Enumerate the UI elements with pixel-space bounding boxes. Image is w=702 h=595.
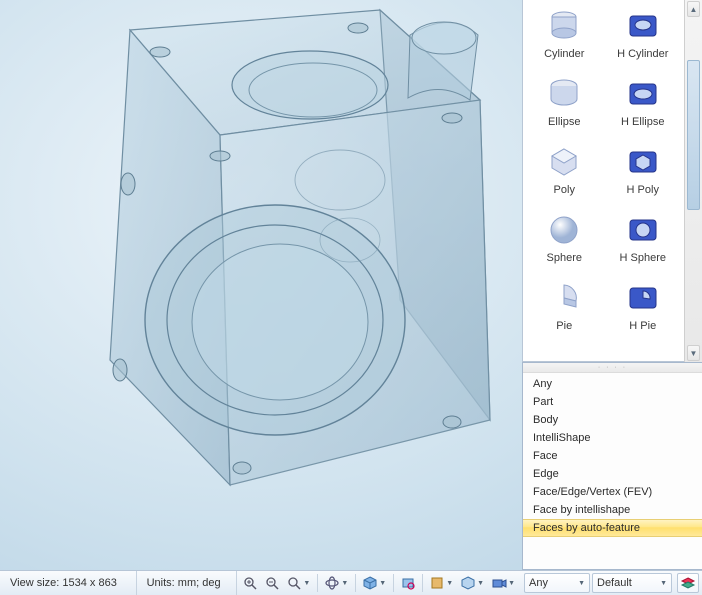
model-cube [20,0,510,550]
selection-tools: Any ▼ Default ▼ [521,571,702,595]
selection-filter-dropdown[interactable]: Any ▼ [524,573,590,593]
view-tools: ▼ ▼ ▼ ▼ ▼ ▼ [237,571,521,595]
chevron-down-icon: ▼ [508,580,515,587]
zoom-fit-icon [287,576,301,590]
filter-part[interactable]: Part [523,393,702,411]
zoom-fit-button[interactable]: ▼ [284,573,313,593]
grip-dots: · · · · [598,364,627,371]
orbit-icon [325,576,339,590]
selection-filter-value: Any [529,577,548,589]
shape-item-h-sphere[interactable]: H Sphere [604,208,683,276]
scroll-down-icon[interactable]: ▼ [687,345,700,361]
shape-label: Poly [554,184,575,196]
shape-label: Ellipse [548,116,580,128]
perspective-icon [461,576,475,590]
shape-item-poly[interactable]: Poly [525,140,604,208]
h-sphere-icon [625,212,661,248]
orbit-button[interactable]: ▼ [322,573,351,593]
status-view-size: View size: 1534 x 863 [0,571,137,595]
palette-scrollbar[interactable]: ▲ ▼ [684,0,702,362]
shape-item-sphere[interactable]: Sphere [525,208,604,276]
popup-grip[interactable]: · · · · [523,363,702,373]
zoom-in-icon [243,576,257,590]
chevron-down-icon: ▼ [660,580,667,587]
shape-label: H Sphere [620,252,666,264]
chevron-down-icon: ▼ [303,580,310,587]
filter-any[interactable]: Any [523,375,702,393]
shape-label: Sphere [547,252,582,264]
filter-body[interactable]: Body [523,411,702,429]
shape-label: H Pie [629,320,656,332]
shape-item-pie[interactable]: Pie [525,276,604,344]
shape-item-h-poly[interactable]: H Poly [604,140,683,208]
filter-edge[interactable]: Edge [523,465,702,483]
shapes-palette: Cylinder H Cylinder Ellipse H Ellipse Po [522,0,702,362]
shape-item-cylinder[interactable]: Cylinder [525,4,604,72]
chevron-down-icon: ▼ [341,580,348,587]
h-poly-icon [625,144,661,180]
cylinder-icon [546,8,582,44]
zoom-out-button[interactable] [262,573,282,593]
shape-item-ellipse[interactable]: Ellipse [525,72,604,140]
filter-faces-auto-feature[interactable]: Faces by auto-feature [523,519,702,537]
zoom-out-icon [265,576,279,590]
separator [317,574,318,592]
shape-label: Pie [556,320,572,332]
poly-icon [546,144,582,180]
filter-fev[interactable]: Face/Edge/Vertex (FEV) [523,483,702,501]
view-cube-button[interactable]: ▼ [360,573,389,593]
shape-label: Cylinder [544,48,584,60]
shape-label: H Ellipse [621,116,664,128]
filter-list: Any Part Body IntelliShape Face Edge Fac… [523,373,702,539]
layer-dropdown[interactable]: Default ▼ [592,573,672,593]
shape-item-h-cylinder[interactable]: H Cylinder [604,4,683,72]
shapes-grid: Cylinder H Cylinder Ellipse H Ellipse Po [523,0,684,361]
look-at-button[interactable] [398,573,418,593]
scroll-up-icon[interactable]: ▲ [687,1,700,17]
status-bar: View size: 1534 x 863 Units: mm; deg ▼ ▼… [0,570,702,595]
filter-face[interactable]: Face [523,447,702,465]
chevron-down-icon: ▼ [446,580,453,587]
selection-filter-popup: · · · · Any Part Body IntelliShape Face … [522,362,702,570]
perspective-button[interactable]: ▼ [458,573,487,593]
layer-manager-button[interactable] [677,573,699,593]
pie-icon [546,280,582,316]
h-cylinder-icon [625,8,661,44]
chevron-down-icon: ▼ [578,580,585,587]
h-pie-icon [625,280,661,316]
shape-item-h-pie[interactable]: H Pie [604,276,683,344]
h-ellipse-icon [625,76,661,112]
separator [422,574,423,592]
camera-icon [492,576,506,590]
render-mode-button[interactable]: ▼ [427,573,456,593]
camera-button[interactable]: ▼ [489,573,518,593]
scroll-thumb[interactable] [687,60,700,210]
layer-value: Default [597,577,632,589]
shape-label: H Cylinder [617,48,668,60]
shape-item-h-ellipse[interactable]: H Ellipse [604,72,683,140]
filter-intellishape[interactable]: IntelliShape [523,429,702,447]
shape-label: H Poly [627,184,659,196]
separator [393,574,394,592]
chevron-down-icon: ▼ [477,580,484,587]
ellipse-icon [546,76,582,112]
chevron-down-icon: ▼ [379,580,386,587]
separator [355,574,356,592]
zoom-in-button[interactable] [240,573,260,593]
render-mode-icon [430,576,444,590]
sphere-icon [546,212,582,248]
look-at-icon [401,576,415,590]
layers-icon [681,576,695,590]
cube-icon [363,576,377,590]
status-units: Units: mm; deg [137,571,238,595]
filter-face-by-ishape[interactable]: Face by intellishape [523,501,702,519]
